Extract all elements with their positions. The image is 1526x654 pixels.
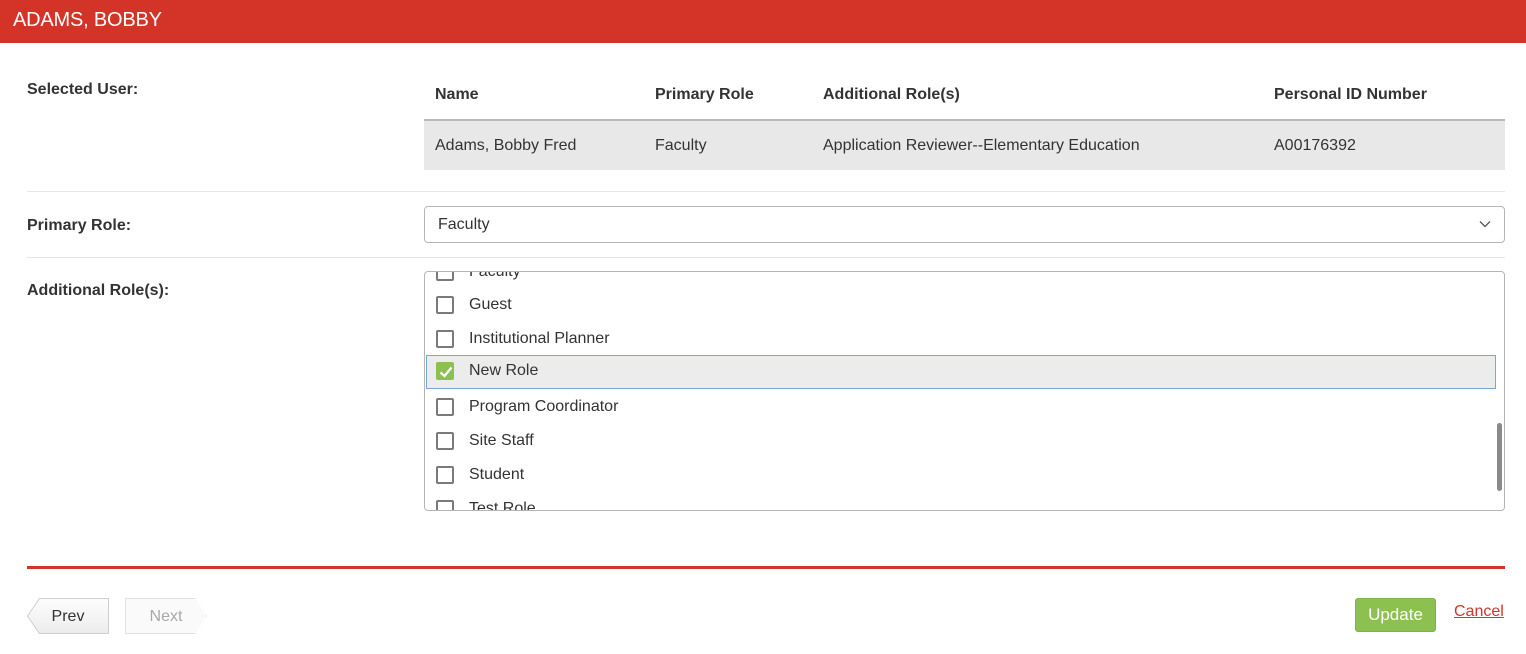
checkbox[interactable] — [436, 500, 454, 510]
cancel-link[interactable]: Cancel — [1454, 603, 1504, 621]
list-item-institutional-planner[interactable]: Institutional Planner — [426, 323, 1496, 357]
role-label: Test Role — [469, 500, 536, 511]
checkbox[interactable] — [436, 330, 454, 348]
list-item-guest[interactable]: Guest — [426, 289, 1496, 323]
checkbox[interactable] — [436, 296, 454, 314]
cell-name: Adams, Bobby Fred — [435, 137, 577, 154]
additional-roles-label: Additional Role(s): — [27, 282, 170, 299]
checkbox[interactable] — [436, 272, 454, 281]
primary-role-value: Faculty — [438, 216, 490, 233]
chevron-down-icon — [1479, 221, 1491, 228]
checkbox[interactable] — [436, 432, 454, 450]
checkbox[interactable] — [436, 398, 454, 416]
checkbox[interactable] — [436, 466, 454, 484]
prev-button-outline — [27, 598, 109, 634]
role-label: Program Coordinator — [469, 398, 619, 415]
role-label: Institutional Planner — [469, 330, 610, 347]
role-label: Faculty — [469, 271, 521, 280]
column-header-additional-roles: Additional Role(s) — [823, 86, 960, 103]
next-button[interactable]: Next — [125, 598, 207, 634]
list-item-test-role[interactable]: Test Role — [426, 493, 1496, 511]
role-label: Site Staff — [469, 432, 534, 449]
list-item-faculty[interactable]: Faculty — [426, 271, 1496, 290]
column-header-personal-id: Personal ID Number — [1274, 86, 1427, 103]
section-divider — [27, 191, 1505, 192]
page-title: ADAMS, BOBBY — [13, 9, 162, 31]
list-item-new-role[interactable]: New Role — [426, 355, 1496, 389]
section-divider — [27, 257, 1505, 258]
selected-user-table: Name Primary Role Additional Role(s) Per… — [424, 75, 1505, 170]
list-item-site-staff[interactable]: Site Staff — [426, 425, 1496, 459]
checkbox-checked[interactable] — [436, 362, 454, 380]
column-header-primary-role: Primary Role — [655, 86, 754, 103]
update-button[interactable]: Update — [1355, 598, 1436, 632]
page-header: ADAMS, BOBBY — [0, 0, 1526, 43]
column-header-name: Name — [435, 86, 479, 103]
additional-roles-list[interactable]: Faculty Guest Institutional Planner New … — [424, 271, 1505, 511]
primary-role-select[interactable]: Faculty — [424, 206, 1505, 243]
primary-role-label: Primary Role: — [27, 217, 132, 234]
role-label: Guest — [469, 296, 512, 313]
selected-user-label: Selected User: — [27, 81, 139, 98]
footer-divider — [27, 566, 1505, 569]
list-item-program-coordinator[interactable]: Program Coordinator — [426, 391, 1496, 425]
scrollbar-thumb[interactable] — [1497, 423, 1502, 491]
role-label: New Role — [469, 362, 539, 379]
cell-primary-role: Faculty — [655, 137, 707, 154]
list-item-student[interactable]: Student — [426, 459, 1496, 493]
cell-personal-id: A00176392 — [1274, 137, 1356, 154]
checkmark-icon — [439, 366, 453, 378]
cell-additional-roles: Application Reviewer--Elementary Educati… — [823, 137, 1140, 154]
table-row: Adams, Bobby Fred Faculty Application Re… — [424, 121, 1505, 170]
role-label: Student — [469, 466, 525, 483]
